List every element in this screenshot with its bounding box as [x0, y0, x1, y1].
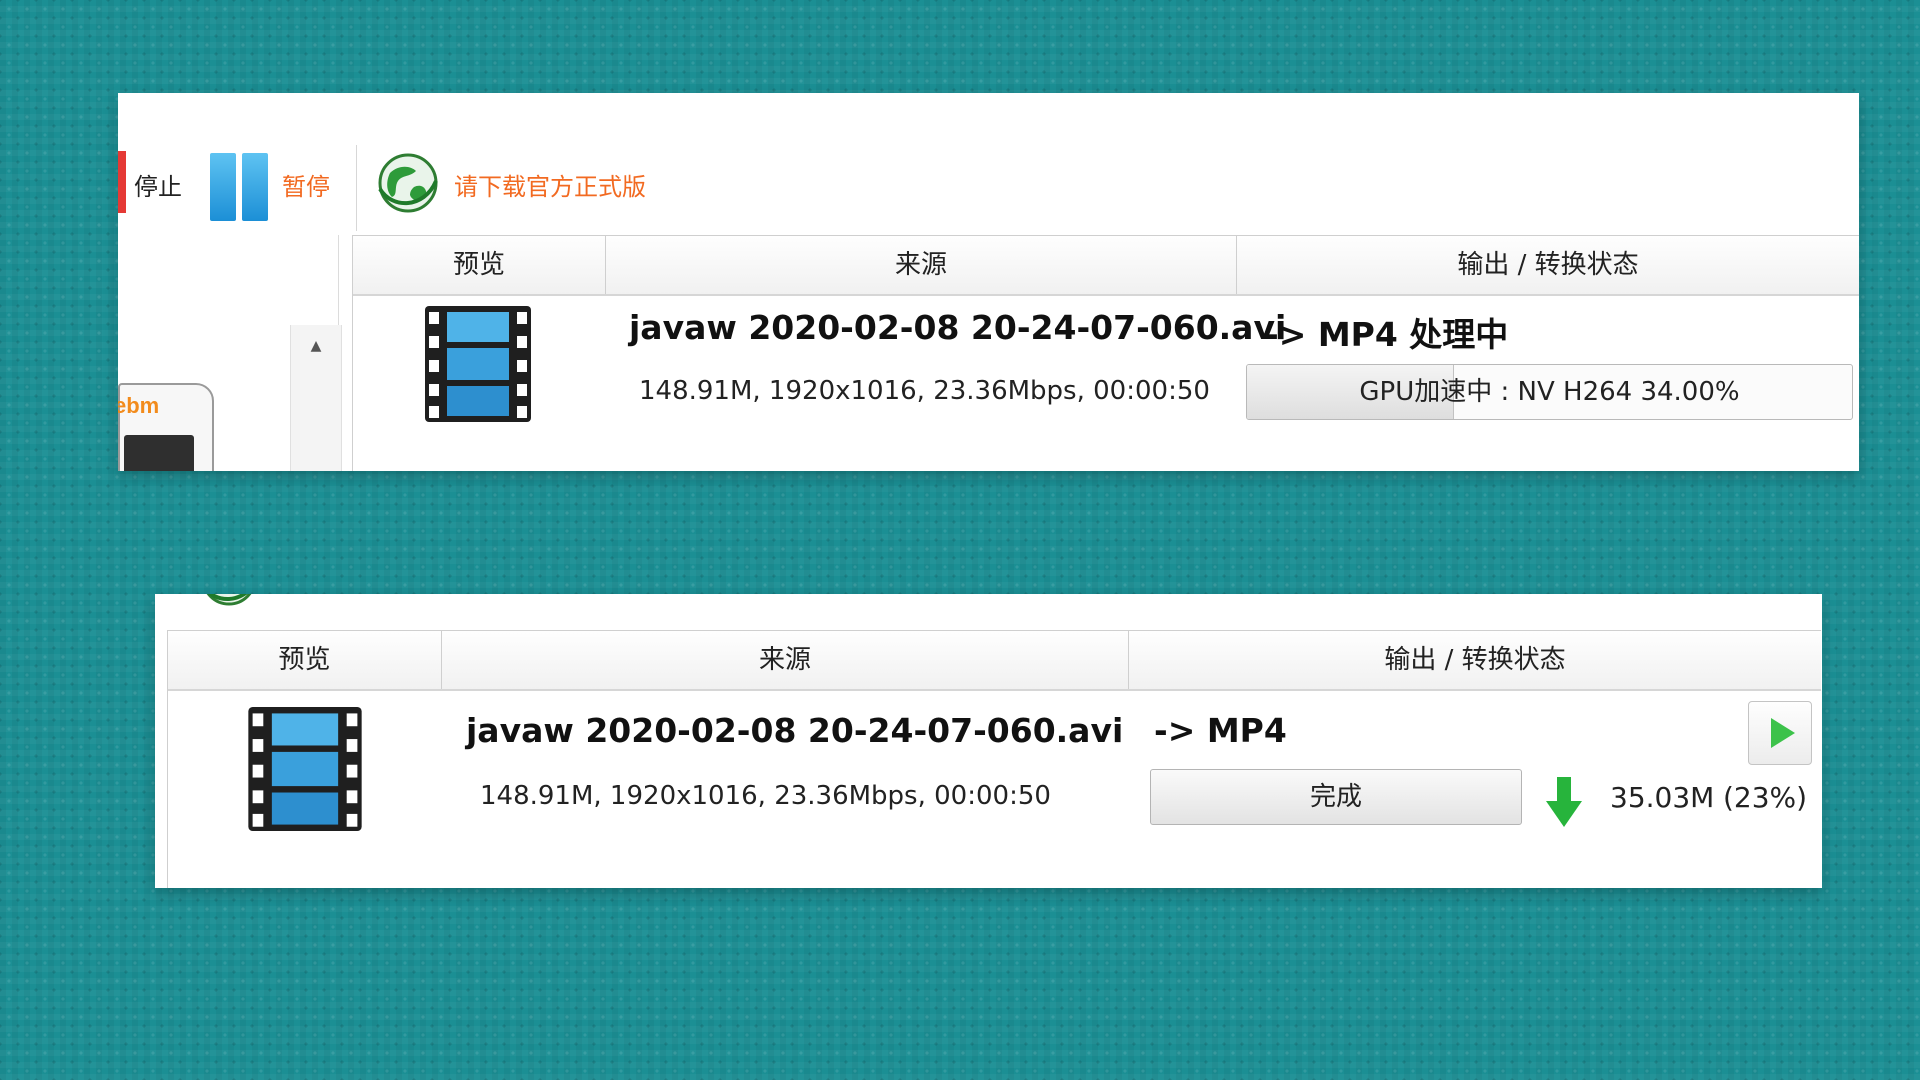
conversion-table: 预览 来源 输出 / 转换状态 javaw 2020-02-08 20-24-0… — [167, 630, 1821, 888]
column-source[interactable]: 来源 — [442, 631, 1129, 689]
play-icon — [1771, 718, 1795, 748]
globe-icon — [206, 594, 252, 606]
pause-icon[interactable] — [210, 153, 270, 221]
source-file-name: javaw 2020-02-08 20-24-07-060.avi — [466, 711, 1124, 750]
stop-button-label[interactable]: 停止 — [134, 167, 182, 202]
down-arrow-icon — [1546, 777, 1582, 827]
column-preview[interactable]: 预览 — [353, 236, 606, 294]
output-ratio: (23%) — [1723, 781, 1808, 814]
globe-icon[interactable] — [376, 151, 440, 215]
converter-window-done: 预览 来源 输出 / 转换状态 javaw 2020-02-08 20-24-0… — [155, 594, 1822, 888]
pause-button-label[interactable]: 暂停 — [282, 167, 330, 202]
output-format-status: -> MP4 处理中 — [1265, 315, 1509, 354]
video-file-icon — [425, 306, 531, 422]
output-size: 35.03M — [1610, 781, 1715, 814]
left-pane-header — [118, 235, 339, 326]
column-source[interactable]: 来源 — [606, 236, 1237, 294]
play-button[interactable] — [1748, 701, 1812, 765]
column-preview[interactable]: 预览 — [168, 631, 442, 689]
progress-text: GPU加速中 : NV H264 34.00% — [1359, 377, 1740, 407]
column-output-status[interactable]: 输出 / 转换状态 — [1237, 236, 1859, 294]
scrollbar[interactable]: ▲ — [290, 325, 342, 471]
format-tag: ebm — [118, 393, 160, 418]
stop-icon[interactable] — [118, 151, 126, 213]
video-file-icon — [248, 707, 362, 831]
status-done-button[interactable]: 完成 — [1150, 769, 1522, 825]
table-header: 预览 来源 输出 / 转换状态 — [168, 631, 1821, 691]
column-output-status[interactable]: 输出 / 转换状态 — [1129, 631, 1821, 689]
source-file-meta: 148.91M, 1920x1016, 23.36Mbps, 00:00:50 — [639, 376, 1210, 406]
source-file-name: javaw 2020-02-08 20-24-07-060.avi — [629, 308, 1287, 347]
source-file-meta: 148.91M, 1920x1016, 23.36Mbps, 00:00:50 — [480, 781, 1051, 811]
scroll-up-arrow[interactable]: ▲ — [291, 331, 341, 361]
download-official-link[interactable]: 请下载官方正式版 — [454, 167, 646, 202]
conversion-progress-bar: GPU加速中 : NV H264 34.00% — [1246, 364, 1853, 420]
toolbar-separator — [356, 145, 357, 231]
table-header: 预览 来源 输出 / 转换状态 — [353, 236, 1859, 296]
mini-film-icon — [124, 435, 194, 471]
converter-window-processing: 停止 暂停 请下载官方正式版 ebm ▲ 预览 来源 输出 / 转换状态 jav… — [118, 93, 1859, 471]
output-format: -> MP4 — [1154, 711, 1287, 750]
conversion-table: 预览 来源 输出 / 转换状态 javaw 2020-02-08 20-24-0… — [352, 235, 1859, 471]
